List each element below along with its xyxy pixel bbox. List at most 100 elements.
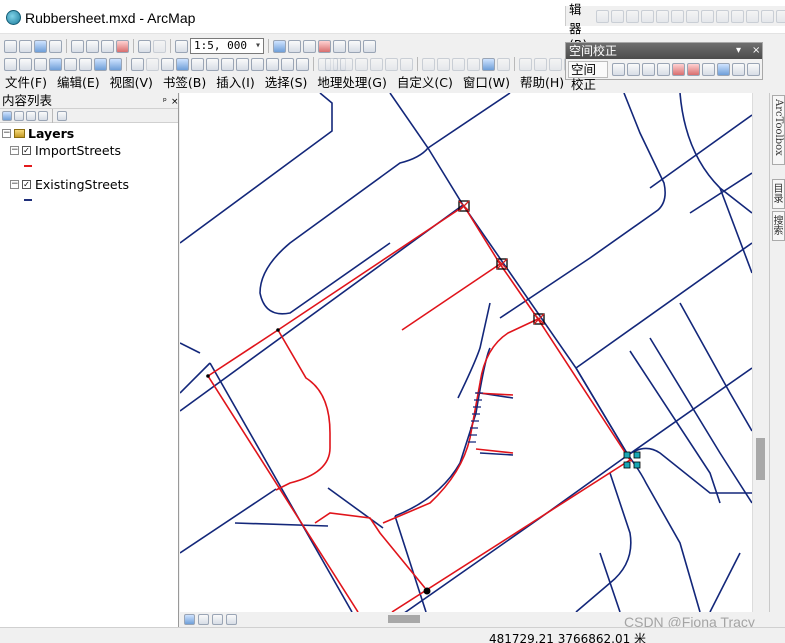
collapse-icon[interactable]: − (2, 129, 11, 138)
menu-windows[interactable]: 窗口(W) (458, 73, 515, 93)
menu-file[interactable]: 文件(F) (0, 73, 52, 93)
menu-edit[interactable]: 编辑(E) (52, 73, 105, 93)
straight-segment-icon[interactable] (626, 9, 640, 23)
pause-drawing-icon[interactable] (226, 613, 237, 625)
spatial-adjustment-header[interactable]: 空间校正 ▾ × (566, 43, 762, 59)
color-swatch-icon[interactable] (482, 57, 495, 71)
modify-link-icon[interactable] (642, 63, 655, 76)
search-tab[interactable]: 搜索 (771, 211, 785, 241)
horizontal-scroll-thumb[interactable] (388, 615, 420, 623)
menu-geoprocessing[interactable]: 地理处理(G) (312, 73, 391, 93)
print-icon[interactable] (49, 39, 62, 53)
reshape-icon[interactable] (701, 9, 715, 23)
toc-layer-existingstreets[interactable]: − ✓ ExistingStreets (10, 177, 129, 192)
toc-layer-importstreets[interactable]: − ✓ ImportStreets (10, 143, 121, 158)
pin-icon[interactable]: ᵖ (163, 94, 167, 110)
map-canvas[interactable] (180, 93, 752, 612)
collapse-icon[interactable]: − (10, 146, 19, 155)
toc-root-layers[interactable]: − Layers (2, 126, 74, 141)
html-popup-icon[interactable] (206, 57, 219, 71)
point-icon[interactable] (671, 9, 685, 23)
new-limited-adjustment-area-icon[interactable] (687, 63, 700, 76)
forward-extent-icon[interactable] (109, 57, 122, 71)
attributes-icon[interactable] (761, 9, 775, 23)
full-extent-icon[interactable] (49, 57, 62, 71)
time-slider-icon[interactable] (281, 57, 294, 71)
fixed-zoom-out-icon[interactable] (79, 57, 92, 71)
rotate-icon[interactable] (746, 9, 760, 23)
clear-limited-adjustment-area-icon[interactable] (702, 63, 715, 76)
map-display[interactable] (180, 93, 752, 612)
cut-icon[interactable] (71, 39, 84, 53)
edge-match-icon[interactable] (747, 63, 760, 76)
measure-icon[interactable] (221, 57, 234, 71)
map-vertical-scrollbar[interactable] (752, 93, 768, 612)
back-extent-icon[interactable] (94, 57, 107, 71)
view-link-table-icon[interactable] (717, 63, 730, 76)
list-by-source-icon[interactable] (14, 110, 24, 121)
menu-selection[interactable]: 选择(S) (260, 73, 313, 93)
undo-icon[interactable] (138, 39, 151, 53)
toc-icon[interactable] (288, 39, 301, 53)
identify-icon[interactable] (176, 57, 189, 71)
select-elements-icon[interactable] (161, 57, 174, 71)
zoom-in-icon[interactable] (4, 57, 17, 71)
list-by-visibility-icon[interactable] (26, 110, 36, 121)
split-icon[interactable] (731, 9, 745, 23)
list-by-drawing-order-icon[interactable] (2, 110, 12, 121)
clear-selection-icon[interactable] (146, 57, 159, 71)
catalog-tab[interactable]: 目录 (771, 179, 785, 209)
arctoolbox-tab[interactable]: ArcToolbox (772, 95, 785, 165)
catalog-icon[interactable] (303, 39, 316, 53)
fixed-zoom-in-icon[interactable] (64, 57, 77, 71)
attribute-transfer-icon[interactable] (732, 63, 745, 76)
menu-insert[interactable]: 插入(I) (211, 73, 259, 93)
menu-view[interactable]: 视图(V) (105, 73, 158, 93)
edit-annotation-icon[interactable] (611, 9, 625, 23)
spatial-adjustment-menu[interactable]: 空间校正(J)· (568, 61, 608, 107)
go-to-xy-icon[interactable] (266, 57, 279, 71)
toolbar-options-icon[interactable]: ▾ (736, 43, 741, 59)
zoom-out-icon[interactable] (19, 57, 32, 71)
refresh-icon[interactable] (212, 613, 223, 625)
copy-icon[interactable] (86, 39, 99, 53)
close-icon[interactable]: × (752, 43, 760, 59)
trace-icon[interactable] (656, 9, 670, 23)
modelbuilder-icon[interactable] (363, 39, 376, 53)
editor-toolbar-icon[interactable] (273, 39, 286, 53)
save-icon[interactable] (34, 39, 47, 53)
vertical-scroll-thumb[interactable] (756, 438, 765, 480)
layer-visibility-checkbox[interactable]: ✓ (22, 146, 31, 155)
search-window-icon[interactable] (318, 39, 331, 53)
cut-polygons-icon[interactable] (716, 9, 730, 23)
layer-visibility-checkbox[interactable]: ✓ (22, 180, 31, 189)
arctoolbox-icon[interactable] (333, 39, 346, 53)
paste-icon[interactable] (101, 39, 114, 53)
multiple-displacement-links-icon[interactable] (657, 63, 670, 76)
edit-vertices-icon[interactable] (686, 9, 700, 23)
map-scale-dropdown[interactable]: 1:5, 000 (190, 38, 264, 54)
select-elements-icon[interactable] (612, 63, 625, 76)
edit-tool-icon[interactable] (596, 9, 610, 23)
add-data-icon[interactable] (175, 39, 188, 53)
sketch-properties-icon[interactable] (776, 9, 785, 23)
create-viewer-icon[interactable] (296, 57, 309, 71)
pan-icon[interactable] (34, 57, 47, 71)
close-icon[interactable]: × (171, 94, 179, 110)
list-by-selection-icon[interactable] (38, 110, 48, 121)
delete-icon[interactable] (116, 39, 129, 53)
toc-options-icon[interactable] (57, 110, 67, 121)
menu-bookmarks[interactable]: 书签(B) (158, 73, 211, 93)
hyperlink-icon[interactable] (191, 57, 204, 71)
end-point-arc-icon[interactable] (641, 9, 655, 23)
data-view-icon[interactable] (184, 613, 195, 625)
menu-help[interactable]: 帮助(H) (515, 73, 569, 93)
new-document-icon[interactable] (4, 39, 17, 53)
layout-view-icon[interactable] (198, 613, 209, 625)
menu-customize[interactable]: 自定义(C) (392, 73, 458, 93)
collapse-icon[interactable]: − (10, 180, 19, 189)
new-displacement-link-icon[interactable] (627, 63, 640, 76)
find-route-icon[interactable] (251, 57, 264, 71)
redo-icon[interactable] (153, 39, 166, 53)
python-icon[interactable] (348, 39, 361, 53)
